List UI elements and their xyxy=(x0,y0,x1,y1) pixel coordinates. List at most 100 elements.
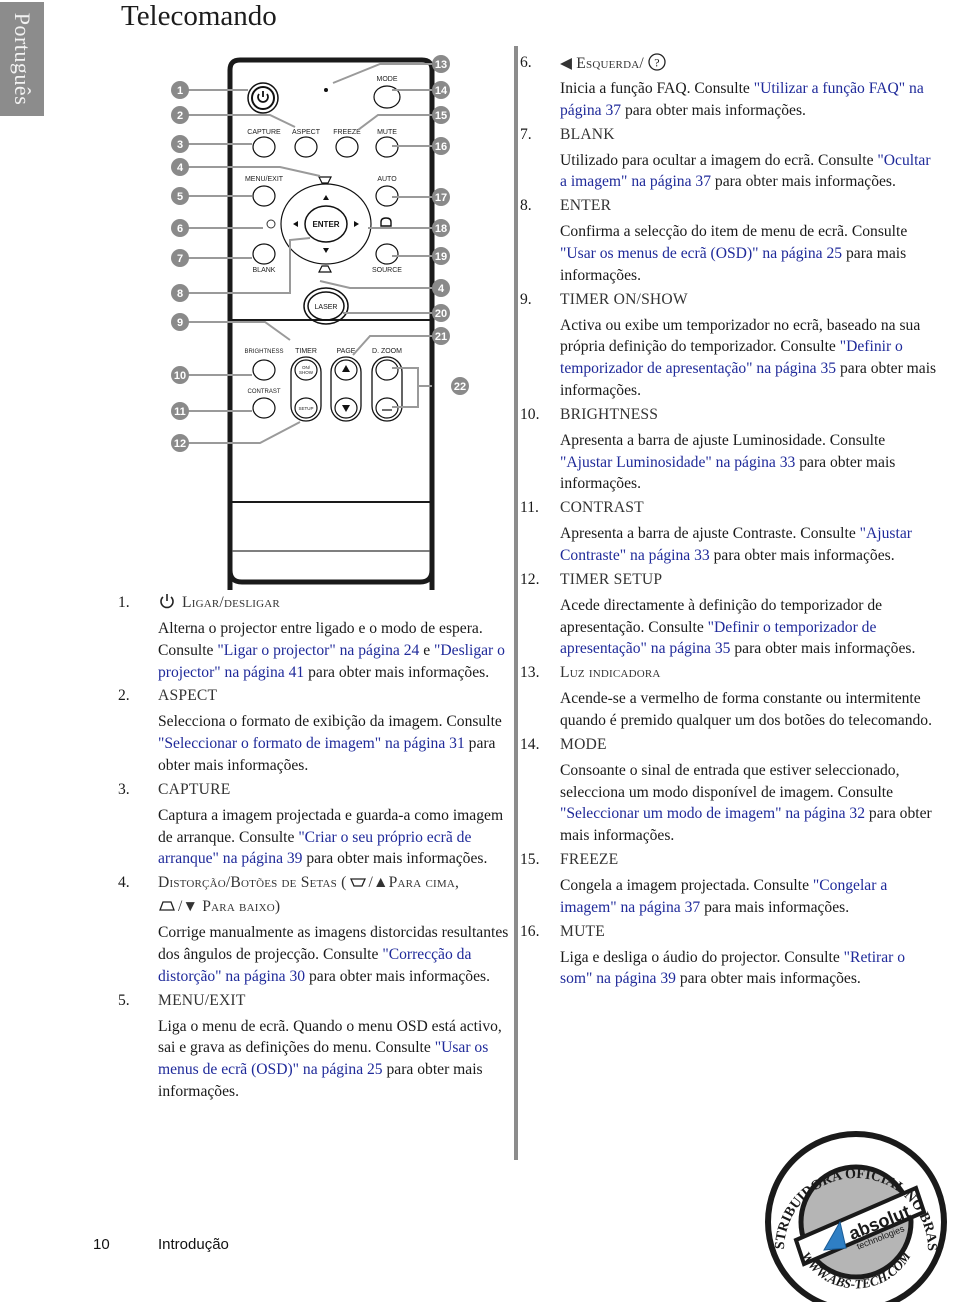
callout-number: 5 xyxy=(177,191,183,203)
item-number: 14. xyxy=(520,735,540,753)
keystone-down-icon xyxy=(318,265,332,273)
item-title: CAPTURE xyxy=(158,780,231,798)
item-title-continued: /▼ Para baixo) xyxy=(158,896,280,918)
item-title: TIMER ON/SHOW xyxy=(560,290,688,308)
description-item: 8. ENTER Confirma a selecção do item de me… xyxy=(520,195,940,286)
callout-number: 18 xyxy=(435,223,447,235)
description-item: 12. TIMER SETUP Acede directamente à defin… xyxy=(520,569,940,660)
cross-reference-link[interactable]: "Seleccionar o formato de imagem" na pág… xyxy=(158,735,465,752)
callout-number: 21 xyxy=(435,331,447,343)
item-description: Confirma a selecção do item de menu de e… xyxy=(560,223,908,284)
item-title: ENTER xyxy=(560,197,612,215)
item-title: ◀ Esquerda/? xyxy=(560,52,667,74)
section-name: Introdução xyxy=(158,1236,229,1253)
item-title: FREEZE xyxy=(560,850,619,868)
item-title: MUTE xyxy=(560,922,605,940)
description-item: 15. FREEZE Congela a imagem projectada. Co… xyxy=(520,849,940,919)
description-item: 1. Ligar/desligar Alterna o projector entr… xyxy=(118,592,516,683)
item-title: TIMER SETUP xyxy=(560,570,663,588)
item-description: Activa ou exibe um temporizador no ecrã,… xyxy=(560,316,937,399)
page-title: Telecomando xyxy=(121,0,277,32)
brightness-button xyxy=(252,359,276,381)
description-item: 2. ASPECT Selecciona o formato de exibição… xyxy=(118,685,516,776)
source-button xyxy=(375,243,399,265)
callout-number: 4 xyxy=(177,162,184,174)
callout-number: 3 xyxy=(177,139,183,151)
item-number: 11. xyxy=(520,499,539,517)
item-number: 1. xyxy=(118,594,130,611)
item-number: 7. xyxy=(520,125,532,143)
item-description: Captura a imagem projectada e guarda-a c… xyxy=(158,806,504,868)
callout-number: 17 xyxy=(435,192,447,204)
freeze-button xyxy=(335,136,359,158)
setup-label: SETUP xyxy=(298,406,313,411)
keystone-down-icon xyxy=(158,898,178,915)
laser-label: LASER xyxy=(315,304,338,311)
keystone-up-icon xyxy=(347,874,369,891)
enter-label: ENTER xyxy=(312,220,339,229)
item-title: BRIGHTNESS xyxy=(560,405,659,423)
aspect-label: ASPECT xyxy=(292,129,321,136)
item-number: 16. xyxy=(520,922,540,940)
callout-number: 8 xyxy=(177,288,183,300)
cross-reference-link[interactable]: "Ligar o projector" na página 24 xyxy=(217,642,419,659)
callout-number: 2 xyxy=(177,110,183,122)
item-number: 5. xyxy=(118,991,130,1009)
item-title: Ligar/desligar xyxy=(158,592,280,614)
item-description: Selecciona o formato de exibição da imag… xyxy=(158,713,502,774)
description-item: 3. CAPTURE Captura a imagem projectada e g… xyxy=(118,779,516,870)
arrow-up-icon xyxy=(323,195,329,200)
callout-number: 10 xyxy=(174,370,186,382)
item-title: MENU/EXIT xyxy=(158,991,246,1009)
item-description: Liga o menu de ecrã. Quando o menu OSD e… xyxy=(158,1017,502,1100)
item-title: Luz indicadora xyxy=(560,664,661,682)
item-description: Utilizado para ocultar a imagem do ecrã.… xyxy=(560,151,931,191)
lock-icon xyxy=(380,217,392,227)
power-icon xyxy=(158,594,182,611)
callout-number: 13 xyxy=(435,59,447,71)
page-number: 10 xyxy=(93,1236,110,1253)
keystone-up-icon xyxy=(318,176,332,184)
callout-number: 19 xyxy=(435,251,447,263)
item-number: 3. xyxy=(118,780,130,798)
description-item: 4. Distorção/Botões de Setas (/▲Para cima… xyxy=(118,872,516,987)
menu-exit-button xyxy=(252,185,276,207)
capture-button xyxy=(252,136,276,158)
callout-number: 12 xyxy=(174,438,186,450)
item-description: Alterna o projector entre ligado e o mod… xyxy=(158,620,505,681)
aspect-button xyxy=(294,136,318,158)
dzoom-plus-button xyxy=(375,359,399,381)
blank-button xyxy=(252,243,276,265)
item-description: Liga e desliga o áudio do projector. Con… xyxy=(560,948,906,988)
item-title: MODE xyxy=(560,735,607,753)
item-description: Corrige manualmente as imagens distorcid… xyxy=(158,924,509,985)
callout-number: 16 xyxy=(435,141,447,153)
cross-reference-link[interactable]: "Ajustar Luminosidade" na página 33 xyxy=(560,454,795,471)
description-item: 7. BLANK Utilizado para ocultar a imagem d… xyxy=(520,124,940,194)
svg-text:?: ? xyxy=(654,56,660,70)
item-title: CONTRAST xyxy=(560,499,644,517)
cross-reference-link[interactable]: "Usar os menus de ecrã (OSD)" na página … xyxy=(560,245,842,262)
mode-label: MODE xyxy=(377,76,398,83)
callout-number: 6 xyxy=(177,223,183,235)
description-item: 13. Luz indicadora Acende-se a vermelho de… xyxy=(520,662,940,732)
description-item: 9. TIMER ON/SHOW Activa ou exibe um tempor… xyxy=(520,289,940,402)
remote-control-diagram: MODE CAPTURE ASPECT FREEZE MUTE MENU/EXI… xyxy=(160,50,480,590)
callout-number: 9 xyxy=(177,317,183,329)
item-description: Congela a imagem projectada. Consulte "C… xyxy=(560,876,888,916)
item-description: Apresenta a barra de ajuste Contraste. C… xyxy=(560,525,912,564)
callout-number: 11 xyxy=(174,406,186,418)
source-label: SOURCE xyxy=(372,267,402,274)
blank-label: BLANK xyxy=(253,267,276,274)
item-title: BLANK xyxy=(560,125,615,143)
description-item: 6. ◀ Esquerda/? Inicia a função FAQ. Consu… xyxy=(520,52,940,122)
help-icon: ? xyxy=(644,53,667,72)
mute-label: MUTE xyxy=(377,129,397,136)
menu-exit-label: MENU/EXIT xyxy=(245,176,284,183)
contrast-button xyxy=(252,397,276,419)
callout-number: 1 xyxy=(177,85,183,97)
cross-reference-link[interactable]: "Seleccionar um modo de imagem" na págin… xyxy=(560,805,865,822)
item-description: Acende-se a vermelho de forma constante … xyxy=(560,690,932,729)
language-side-tab: Português xyxy=(0,2,44,116)
callout-number: 7 xyxy=(177,253,183,265)
